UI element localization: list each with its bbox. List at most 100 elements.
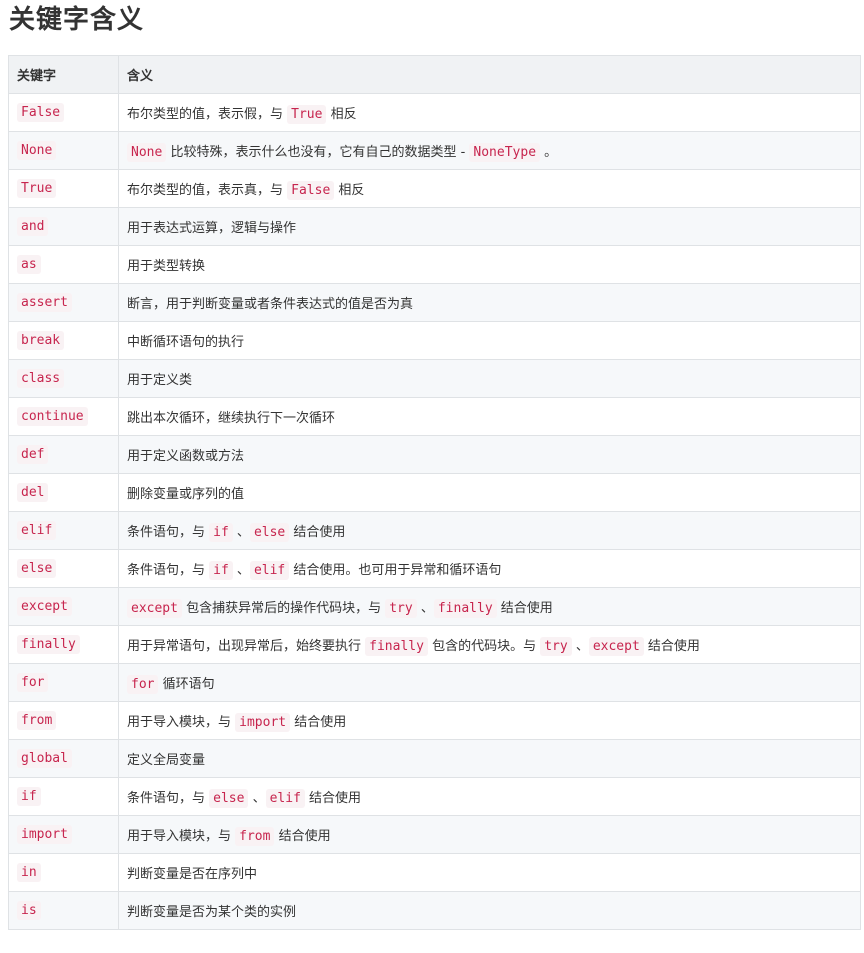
inline-code: for — [127, 675, 159, 694]
meaning-text: 布尔类型的值，表示假，与 — [127, 107, 288, 122]
meaning-cell: 跳出本次循环，继续执行下一次循环 — [118, 397, 861, 436]
inline-code: else — [209, 789, 249, 808]
keyword-code: if — [17, 787, 41, 806]
column-header-keyword: 关键字 — [8, 55, 119, 94]
table-row: from 用于导入模块，与 import 结合使用 — [8, 701, 861, 740]
keyword-cell: from — [8, 701, 119, 740]
keyword-code: else — [17, 559, 57, 578]
meaning-text: 用于导入模块，与 — [127, 715, 236, 730]
meaning-cell: 判断变量是否为某个类的实例 — [118, 891, 861, 930]
keyword-code: in — [17, 863, 41, 882]
table-row: else 条件语句，与 if 、 elif 结合使用。也可用于异常和循环语句 — [8, 549, 861, 588]
keyword-cell: break — [8, 321, 119, 360]
meaning-text: 、 — [571, 639, 589, 654]
keyword-cell: if — [8, 777, 119, 816]
keyword-cell: except — [8, 587, 119, 626]
table-row: def 用于定义函数或方法 — [8, 435, 861, 474]
meaning-cell: 用于定义函数或方法 — [118, 435, 861, 474]
keyword-cell: def — [8, 435, 119, 474]
table-row: assert 断言，用于判断变量或者条件表达式的值是否为真 — [8, 283, 861, 322]
meaning-text: 循环语句 — [158, 677, 215, 692]
keyword-cell: True — [8, 169, 119, 208]
table-row: global 定义全局变量 — [8, 739, 861, 778]
meaning-cell: 布尔类型的值，表示真，与 False 相反 — [118, 169, 861, 208]
table-row: continue 跳出本次循环，继续执行下一次循环 — [8, 397, 861, 436]
meaning-text: 。 — [540, 145, 558, 160]
meaning-text: 断言，用于判断变量或者条件表达式的值是否为真 — [127, 297, 414, 312]
meaning-text: 用于类型转换 — [127, 259, 206, 274]
keyword-cell: for — [8, 663, 119, 702]
keyword-code: del — [17, 483, 49, 502]
table-row: None None 比较特殊，表示什么也没有，它有自己的数据类型 - NoneTy… — [8, 131, 861, 170]
table-row: as 用于类型转换 — [8, 245, 861, 284]
inline-code: except — [127, 599, 182, 618]
table-header-row: 关键字 含义 — [8, 55, 861, 94]
inline-code: import — [235, 713, 291, 732]
keyword-cell: False — [8, 93, 119, 132]
meaning-text: 用于定义类 — [127, 373, 193, 388]
table-row: del 删除变量或序列的值 — [8, 473, 861, 512]
meaning-text: 结合使用 — [289, 525, 346, 540]
table-row: except except 包含捕获异常后的操作代码块，与 try 、 finall… — [8, 587, 861, 626]
meaning-cell: None 比较特殊，表示什么也没有，它有自己的数据类型 - NoneType 。 — [118, 131, 861, 170]
inline-code: finally — [365, 637, 428, 656]
keyword-code: False — [17, 103, 65, 122]
meaning-text: 、 — [248, 791, 266, 806]
meaning-cell: 布尔类型的值，表示假，与 True 相反 — [118, 93, 861, 132]
keyword-code: continue — [17, 407, 88, 426]
meaning-cell: 定义全局变量 — [118, 739, 861, 778]
meaning-cell: 断言，用于判断变量或者条件表达式的值是否为真 — [118, 283, 861, 322]
meaning-cell: 用于类型转换 — [118, 245, 861, 284]
table-row: if 条件语句，与 else 、 elif 结合使用 — [8, 777, 861, 816]
keyword-code: from — [17, 711, 57, 730]
keyword-cell: del — [8, 473, 119, 512]
keyword-cell: as — [8, 245, 119, 284]
keyword-cell: and — [8, 207, 119, 246]
inline-code: else — [249, 523, 290, 542]
meaning-text: 跳出本次循环，继续执行下一次循环 — [127, 411, 336, 426]
keyword-code: and — [17, 217, 49, 236]
keyword-code: is — [17, 901, 41, 920]
table-row: False 布尔类型的值，表示假，与 True 相反 — [8, 93, 861, 132]
meaning-text: 条件语句，与 — [127, 525, 210, 540]
meaning-text: 结合使用 — [643, 639, 700, 654]
meaning-cell: for 循环语句 — [118, 663, 861, 702]
meaning-text: 包含的代码块。与 — [427, 639, 541, 654]
table-row: in 判断变量是否在序列中 — [8, 853, 861, 892]
meaning-text: 包含捕获异常后的操作代码块，与 — [181, 601, 386, 616]
meaning-cell: 条件语句，与 if 、 else 结合使用 — [118, 511, 861, 550]
meaning-text: 相反 — [326, 107, 357, 122]
inline-code: except — [588, 637, 644, 656]
meaning-text: 结合使用 — [304, 791, 362, 806]
column-header-meaning: 含义 — [118, 55, 861, 94]
meaning-text: 判断变量是否在序列中 — [127, 867, 258, 882]
meaning-text: 结合使用 — [290, 715, 347, 730]
keyword-code: None — [17, 141, 57, 160]
keyword-code: class — [17, 369, 65, 388]
inline-code: None — [127, 143, 167, 162]
table-row: and 用于表达式运算，逻辑与操作 — [8, 207, 861, 246]
meaning-text: 条件语句，与 — [127, 791, 210, 806]
meaning-text: 用于表达式运算，逻辑与操作 — [127, 221, 297, 236]
keyword-cell: finally — [8, 625, 119, 664]
meaning-text: 结合使用 — [496, 601, 553, 616]
inline-code: if — [209, 561, 233, 580]
table-row: class 用于定义类 — [8, 359, 861, 398]
meaning-cell: except 包含捕获异常后的操作代码块，与 try 、 finally 结合使用 — [118, 587, 861, 626]
keyword-cell: None — [8, 131, 119, 170]
meaning-text: 结合使用 — [274, 829, 331, 844]
meaning-cell: 删除变量或序列的值 — [118, 473, 861, 512]
table-row: finally 用于异常语句，出现异常后，始终要执行 finally 包含的代码块… — [8, 625, 861, 664]
table-row: elif 条件语句，与 if 、 else 结合使用 — [8, 511, 861, 550]
keyword-cell: assert — [8, 283, 119, 322]
meaning-cell: 条件语句，与 else 、 elif 结合使用 — [118, 777, 861, 816]
meaning-text: 用于导入模块，与 — [127, 829, 236, 844]
meaning-text: 用于异常语句，出现异常后，始终要执行 — [127, 639, 366, 654]
keyword-code: import — [17, 825, 72, 844]
keyword-code: elif — [17, 521, 57, 540]
table-row: for for 循环语句 — [8, 663, 861, 702]
table-header: 关键字 含义 — [8, 55, 861, 94]
table-row: import 用于导入模块，与 from 结合使用 — [8, 815, 861, 854]
keyword-code: break — [17, 331, 65, 350]
meaning-text: 、 — [232, 563, 250, 578]
